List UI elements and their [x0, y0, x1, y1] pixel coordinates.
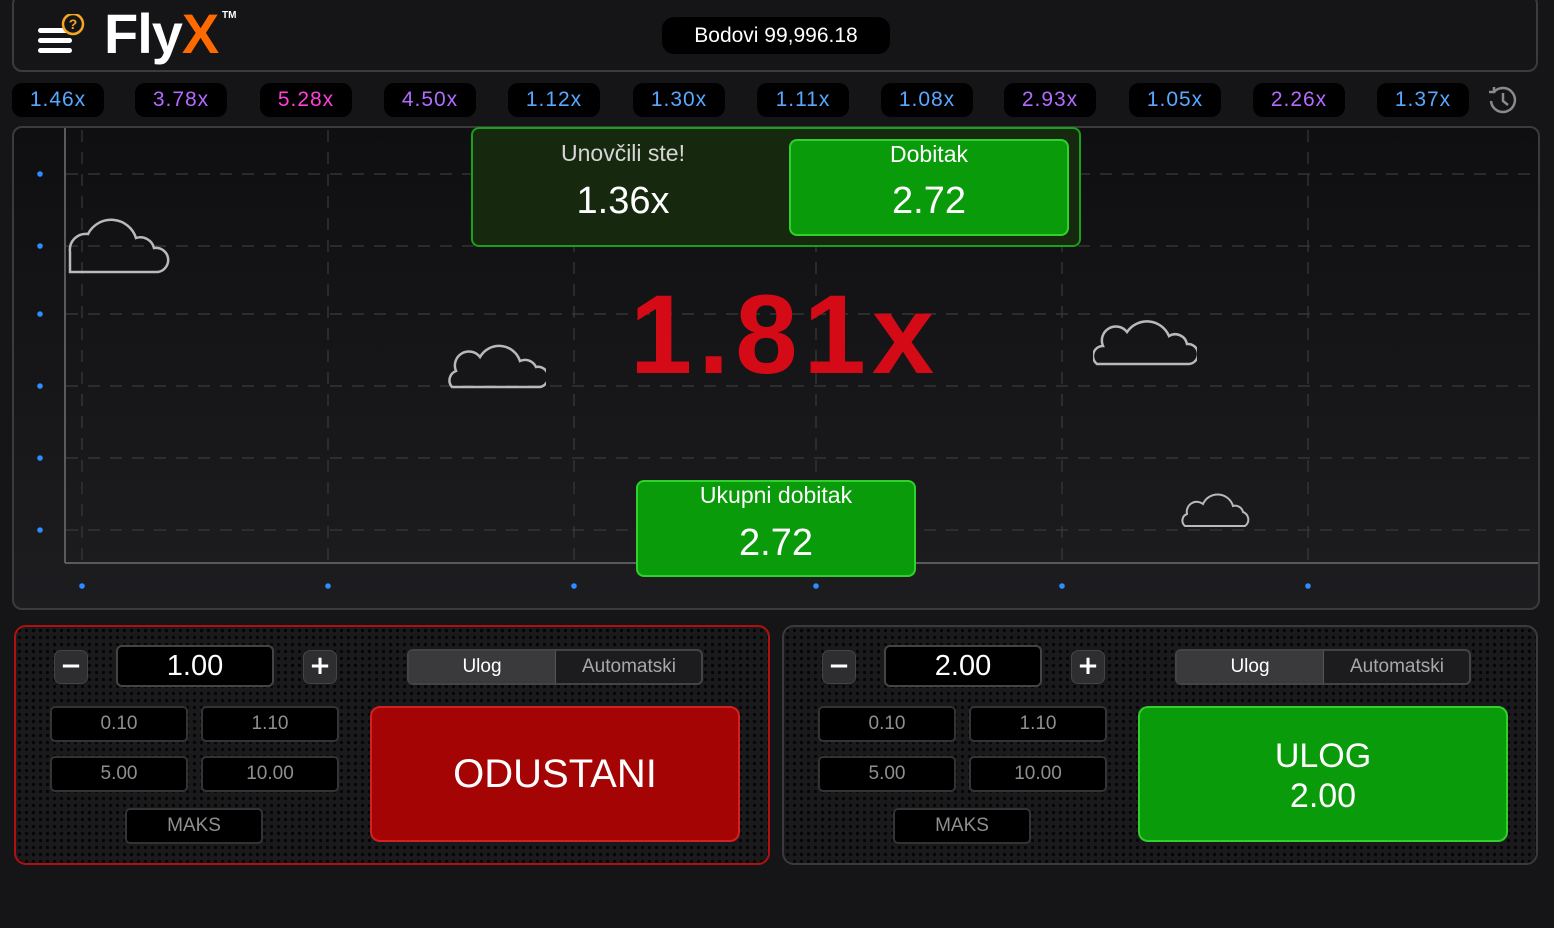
history-multiplier[interactable]: 1.46x	[12, 83, 104, 117]
logo-trademark: TM	[222, 10, 237, 21]
history-multiplier[interactable]: 1.37x	[1377, 83, 1469, 117]
history-multiplier[interactable]: 1.12x	[508, 83, 600, 117]
win-label: Dobitak	[890, 141, 968, 167]
cashout-label: Unovčili ste!	[561, 140, 685, 166]
history-multiplier[interactable]: 1.30x	[633, 83, 725, 117]
quick-bet-button[interactable]: 0.10	[818, 706, 956, 742]
win-amount: 2.72	[892, 180, 966, 222]
tab-bet[interactable]: Ulog	[1177, 651, 1324, 683]
history-multiplier[interactable]: 4.50x	[384, 83, 476, 117]
quick-bet-button[interactable]: 10.00	[201, 756, 339, 792]
flyx-logo: FlyX	[104, 2, 219, 65]
decrease-bet-button[interactable]: −	[822, 650, 856, 684]
menu-help-icon[interactable]: ?	[38, 14, 86, 56]
cloud-icon	[68, 218, 170, 274]
logo-text: Fly	[104, 2, 183, 65]
quick-bet-button[interactable]: 1.10	[201, 706, 339, 742]
tab-bet[interactable]: Ulog	[409, 651, 556, 683]
quick-bet-button[interactable]: 5.00	[50, 756, 188, 792]
cloud-icon	[1181, 493, 1250, 527]
cancel-button[interactable]: ODUSTANI	[370, 706, 740, 842]
svg-text:?: ?	[69, 16, 78, 32]
quick-bet-button[interactable]: 5.00	[818, 756, 956, 792]
bet-mode-toggle: Ulog Automatski	[1175, 649, 1471, 685]
bet-mode-toggle: Ulog Automatski	[407, 649, 703, 685]
history-multiplier[interactable]: 1.11x	[757, 83, 849, 117]
history-clock-icon[interactable]	[1486, 84, 1520, 116]
cloud-icon	[1093, 320, 1197, 366]
cloud-icon	[448, 344, 546, 389]
quick-bet-button[interactable]: 0.10	[50, 706, 188, 742]
history-multiplier[interactable]: 1.05x	[1129, 83, 1221, 117]
bet-amount-input[interactable]: 2.00	[884, 645, 1042, 687]
increase-bet-button[interactable]: +	[303, 650, 337, 684]
history-multiplier[interactable]: 3.78x	[135, 83, 227, 117]
decrease-bet-button[interactable]: −	[54, 650, 88, 684]
history-multiplier[interactable]: 2.93x	[1004, 83, 1096, 117]
max-bet-button[interactable]: MAKS	[893, 808, 1031, 844]
bet-button-amount: 2.00	[1289, 777, 1357, 815]
logo-accent: X	[181, 2, 219, 65]
current-multiplier: 1.81x	[629, 272, 941, 397]
quick-bet-button[interactable]: 1.10	[969, 706, 1107, 742]
total-win-amount: 2.72	[739, 522, 813, 564]
history-multiplier[interactable]: 5.28x	[260, 83, 352, 117]
history-multiplier[interactable]: 2.26x	[1253, 83, 1345, 117]
cashout-multiplier: 1.36x	[576, 180, 670, 222]
tab-auto[interactable]: Automatski	[556, 651, 701, 683]
history-multiplier[interactable]: 1.08x	[881, 83, 973, 117]
total-win-label: Ukupni dobitak	[699, 482, 853, 508]
place-bet-button[interactable]: ULOG 2.00	[1138, 706, 1508, 842]
increase-bet-button[interactable]: +	[1071, 650, 1105, 684]
quick-bet-button[interactable]: 10.00	[969, 756, 1107, 792]
tab-auto[interactable]: Automatski	[1324, 651, 1469, 683]
balance-display: Bodovi 99,996.18	[662, 17, 890, 54]
bet-amount-input[interactable]: 1.00	[116, 645, 274, 687]
bet-button-label: ULOG	[1274, 737, 1372, 775]
max-bet-button[interactable]: MAKS	[125, 808, 263, 844]
